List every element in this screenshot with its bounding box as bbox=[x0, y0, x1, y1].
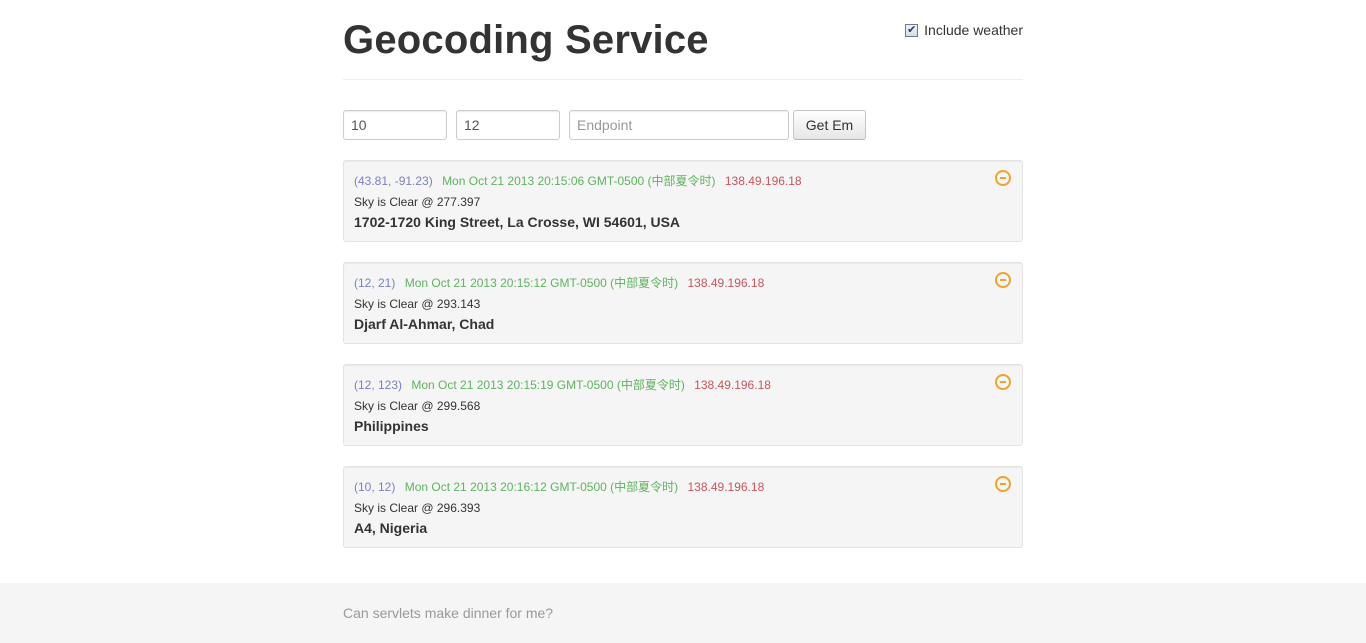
page-title: Geocoding Service bbox=[343, 18, 709, 62]
minus-circle-icon[interactable] bbox=[995, 476, 1011, 492]
footer-text: Can servlets make dinner for me? bbox=[343, 605, 554, 621]
include-weather-label: Include weather bbox=[924, 22, 1023, 38]
longitude-input[interactable] bbox=[456, 110, 560, 140]
latitude-input[interactable] bbox=[343, 110, 447, 140]
result-meta: (43.81, -91.23) Mon Oct 21 2013 20:15:06… bbox=[354, 173, 1012, 189]
result-coords: (43.81, -91.23) bbox=[354, 174, 433, 188]
result-coords: (12, 21) bbox=[354, 276, 396, 290]
main-container: Geocoding Service ✔ Include weather Get … bbox=[343, 0, 1023, 548]
minus-circle-icon[interactable] bbox=[995, 374, 1011, 390]
result-coords: (12, 123) bbox=[354, 378, 403, 392]
result-timestamp: Mon Oct 21 2013 20:16:12 GMT-0500 (中部夏令时… bbox=[404, 480, 679, 494]
endpoint-input[interactable] bbox=[569, 110, 789, 140]
result-weather: Sky is Clear @ 293.143 bbox=[354, 297, 481, 311]
result-timestamp: Mon Oct 21 2013 20:15:12 GMT-0500 (中部夏令时… bbox=[404, 276, 679, 290]
result-timestamp: Mon Oct 21 2013 20:15:06 GMT-0500 (中部夏令时… bbox=[442, 174, 716, 188]
minus-circle-icon[interactable] bbox=[995, 272, 1011, 288]
result-meta: (12, 21) Mon Oct 21 2013 20:15:12 GMT-05… bbox=[354, 275, 1012, 291]
result-ip: 138.49.196.18 bbox=[724, 174, 802, 188]
result-coords: (10, 12) bbox=[354, 480, 396, 494]
result-address: 1702-1720 King Street, La Crosse, WI 546… bbox=[354, 214, 681, 230]
result-card: (12, 21) Mon Oct 21 2013 20:15:12 GMT-05… bbox=[343, 262, 1023, 344]
result-address: Djarf Al-Ahmar, Chad bbox=[354, 316, 495, 332]
result-address: A4, Nigeria bbox=[354, 520, 428, 536]
get-em-button[interactable]: Get Em bbox=[793, 110, 866, 140]
checkmark-icon: ✔ bbox=[907, 22, 917, 36]
result-ip: 138.49.196.18 bbox=[687, 276, 765, 290]
results-list: (43.81, -91.23) Mon Oct 21 2013 20:15:06… bbox=[343, 160, 1023, 568]
result-card: (43.81, -91.23) Mon Oct 21 2013 20:15:06… bbox=[343, 160, 1023, 242]
result-meta: (10, 12) Mon Oct 21 2013 20:16:12 GMT-05… bbox=[354, 479, 1012, 495]
result-ip: 138.49.196.18 bbox=[694, 378, 771, 392]
result-ip: 138.49.196.18 bbox=[687, 480, 765, 494]
result-weather: Sky is Clear @ 296.393 bbox=[354, 501, 481, 515]
include-weather-checkbox[interactable]: ✔ bbox=[905, 22, 919, 37]
result-card: (10, 12) Mon Oct 21 2013 20:16:12 GMT-05… bbox=[343, 466, 1023, 548]
result-weather: Sky is Clear @ 277.397 bbox=[354, 195, 481, 209]
page: Geocoding Service ✔ Include weather Get … bbox=[0, 0, 1366, 643]
minus-circle-icon[interactable] bbox=[995, 170, 1011, 186]
result-meta: (12, 123) Mon Oct 21 2013 20:15:19 GMT-0… bbox=[354, 377, 1012, 393]
result-timestamp: Mon Oct 21 2013 20:15:19 GMT-0500 (中部夏令时… bbox=[411, 378, 685, 392]
result-card: (12, 123) Mon Oct 21 2013 20:15:19 GMT-0… bbox=[343, 364, 1023, 446]
page-footer: Can servlets make dinner for me? bbox=[0, 583, 1366, 643]
result-weather: Sky is Clear @ 299.568 bbox=[354, 399, 481, 413]
page-header: Geocoding Service ✔ Include weather bbox=[343, 0, 1023, 80]
include-weather-toggle[interactable]: ✔ Include weather bbox=[905, 22, 1023, 38]
result-address: Philippines bbox=[354, 418, 429, 434]
